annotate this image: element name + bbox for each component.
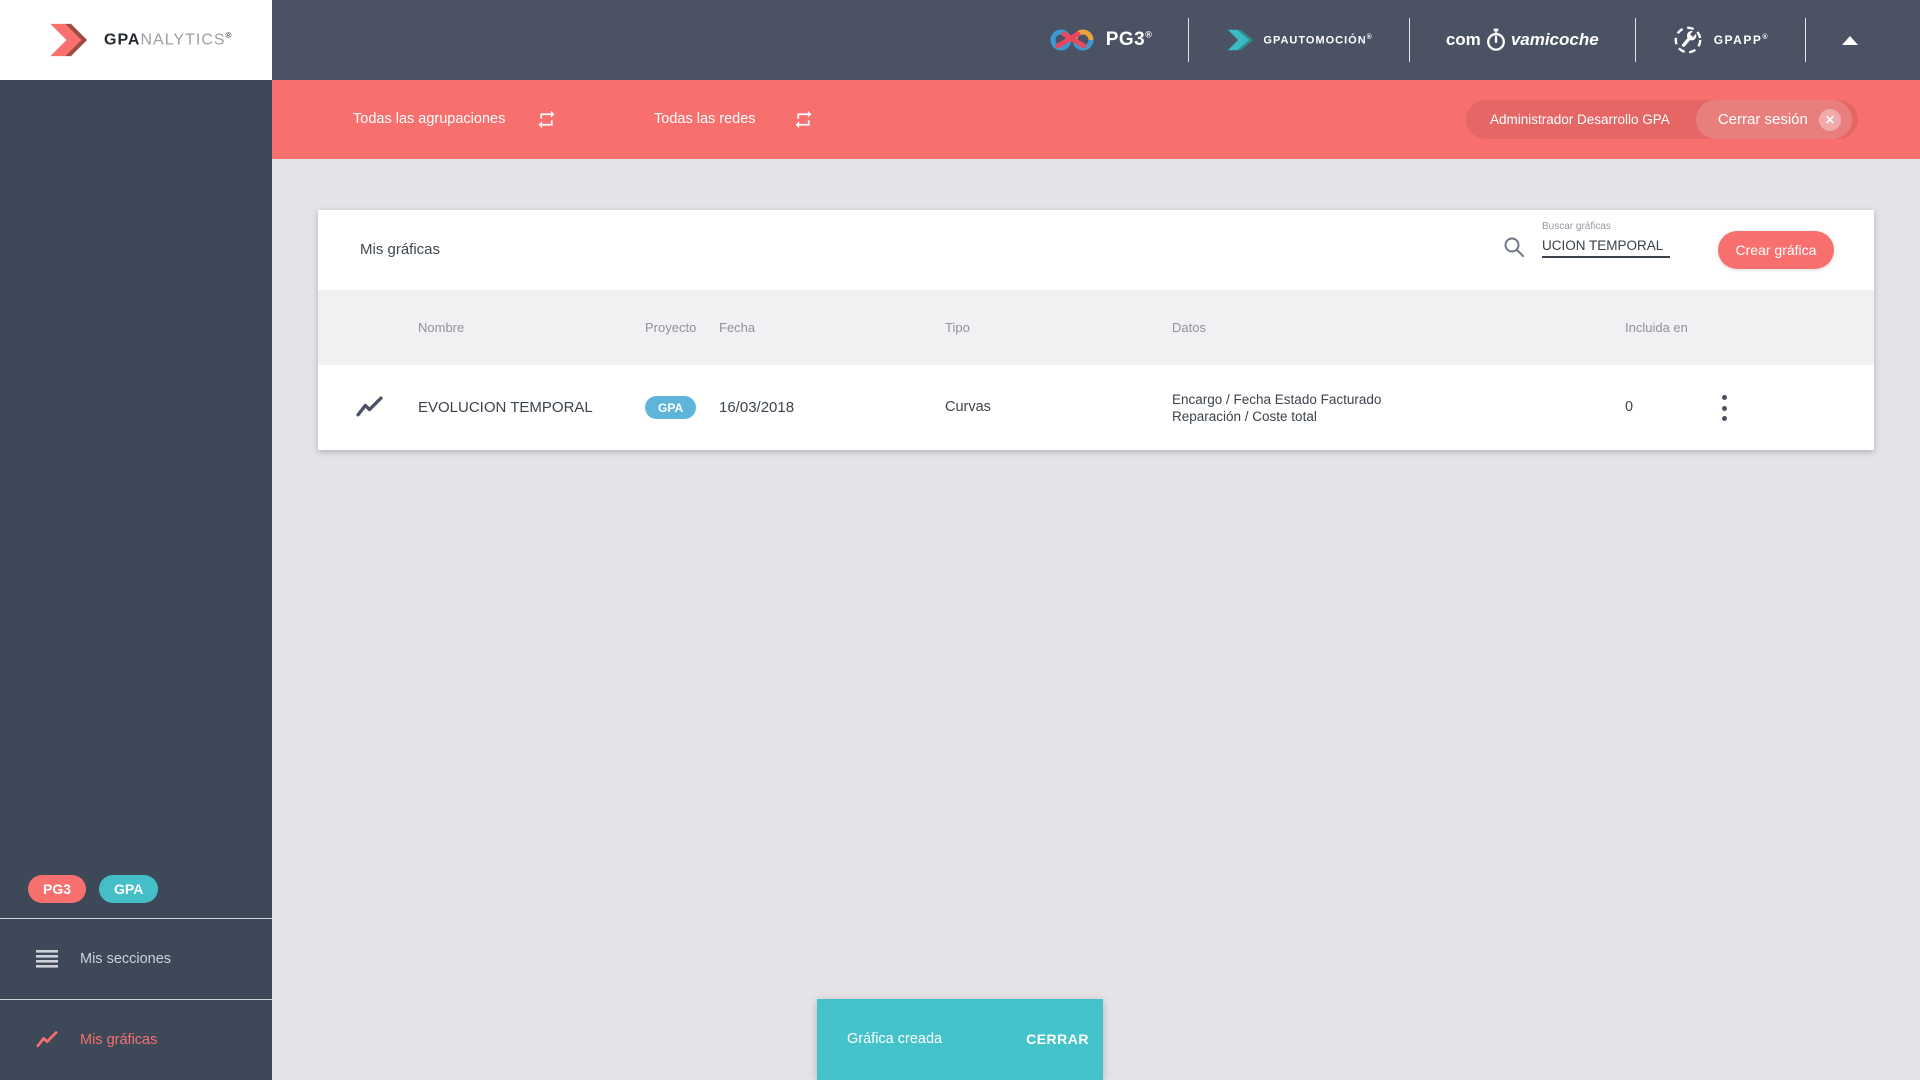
badge-gpa[interactable]: GPA (99, 875, 159, 903)
divider (1805, 18, 1806, 62)
collapse-header-arrow-icon[interactable] (1842, 35, 1858, 45)
filter-bar: Todas las agrupaciones Todas las redes A… (272, 80, 1920, 159)
col-proyecto: Proyecto (645, 320, 697, 335)
app-root: PG3® GPAUTOMOCIÓN® com vamicoche GPAPP® … (0, 0, 1920, 1080)
toast-chart-created: Gráfica creada CERRAR (817, 999, 1103, 1080)
stopwatch-icon (1486, 28, 1505, 51)
repeat-icon[interactable] (536, 109, 557, 130)
repeat-icon[interactable] (793, 109, 814, 130)
gpanalytics-arrow-icon (50, 23, 88, 57)
gpautomocion-arrow-icon (1228, 29, 1254, 51)
close-icon[interactable]: ✕ (1818, 108, 1841, 131)
table-header: Nombre Proyecto Fecha Tipo Datos Incluid… (318, 290, 1874, 365)
row-name: EVOLUCION TEMPORAL (418, 399, 593, 416)
gpanalytics-brand[interactable]: GPANALYTICS® (0, 0, 272, 80)
row-date: 16/03/2018 (719, 399, 795, 416)
row-data: Encargo / Fecha Estado Facturado Reparac… (1172, 392, 1381, 425)
groupings-filter-label: Todas las agrupaciones (353, 111, 506, 127)
col-fecha: Fecha (719, 320, 756, 335)
col-tipo: Tipo (945, 320, 970, 335)
line-chart-icon (36, 1031, 58, 1048)
gpapp-label: GPAPP® (1713, 33, 1769, 47)
user-name: Administrador Desarrollo GPA (1490, 112, 1670, 127)
badge-pg3[interactable]: PG3 (28, 875, 87, 903)
line-chart-icon (356, 396, 383, 417)
sidebar: PG3 GPA Mis secciones Mis gráficas (0, 80, 272, 1080)
sidebar-badges: PG3 GPA (28, 875, 159, 903)
sidebar-item-mis-secciones[interactable]: Mis secciones (0, 918, 272, 999)
sidebar-item-mis-graficas[interactable]: Mis gráficas (0, 999, 272, 1080)
networks-filter-label: Todas las redes (654, 111, 756, 127)
gpautomocion-logo[interactable]: GPAUTOMOCIÓN® (1225, 26, 1372, 54)
col-datos: Datos (1172, 320, 1206, 335)
project-badge: GPA (645, 396, 697, 419)
row-menu-kebab-icon[interactable] (1714, 393, 1734, 423)
table-row[interactable]: EVOLUCION TEMPORAL GPA 16/03/2018 Curvas… (318, 365, 1874, 450)
search-input[interactable] (1542, 236, 1670, 258)
pg3-logo[interactable]: PG3® (1050, 25, 1153, 55)
search-field-label: Buscar gráficas (1542, 221, 1611, 232)
row-included-count: 0 (1625, 399, 1634, 415)
row-type: Curvas (945, 399, 991, 415)
pg3-label: PG3® (1105, 29, 1153, 50)
divider (1408, 18, 1410, 62)
divider (1188, 18, 1190, 62)
comvamicoche-suffix: vamicoche (1510, 30, 1599, 49)
create-chart-button[interactable]: Crear gráfica (1718, 231, 1834, 269)
sidebar-item-label: Mis gráficas (80, 1032, 158, 1048)
col-incluida-en: Incluida en (1625, 320, 1688, 335)
logout-button[interactable]: Cerrar sesión ✕ (1695, 100, 1852, 139)
my-charts-card: Mis gráficas Buscar gráficas Crear gráfi… (318, 210, 1874, 450)
col-nombre: Nombre (418, 320, 465, 335)
comvamicoche-logo[interactable]: com vamicoche (1446, 27, 1599, 53)
divider (1634, 18, 1636, 62)
pg3-infinity-icon (1050, 29, 1094, 51)
search-field: Buscar gráficas (1542, 221, 1670, 258)
comvamicoche-prefix: com (1445, 30, 1481, 49)
toast-message: Gráfica creada (847, 1031, 943, 1047)
row-data-line2: Reparación / Coste total (1172, 408, 1317, 424)
gpapp-wrench-icon (1674, 26, 1702, 54)
gpapp-logo[interactable]: GPAPP® (1672, 24, 1769, 56)
search-icon[interactable] (1503, 236, 1525, 258)
row-data-line1: Encargo / Fecha Estado Facturado (1172, 392, 1382, 407)
top-header: PG3® GPAUTOMOCIÓN® com vamicoche GPAPP® (0, 0, 1920, 80)
gpautomocion-label: GPAUTOMOCIÓN® (1263, 33, 1373, 47)
user-session-pill: Administrador Desarrollo GPA Cerrar sesi… (1466, 100, 1858, 139)
page-title: Mis gráficas (360, 241, 441, 258)
menu-list-icon (36, 950, 58, 968)
gpanalytics-label: GPANALYTICS® (104, 30, 233, 49)
toast-close-button[interactable]: CERRAR (1026, 999, 1089, 1080)
header-product-logos: PG3® GPAUTOMOCIÓN® com vamicoche GPAPP® (1050, 0, 1858, 80)
sidebar-item-label: Mis secciones (80, 951, 172, 967)
